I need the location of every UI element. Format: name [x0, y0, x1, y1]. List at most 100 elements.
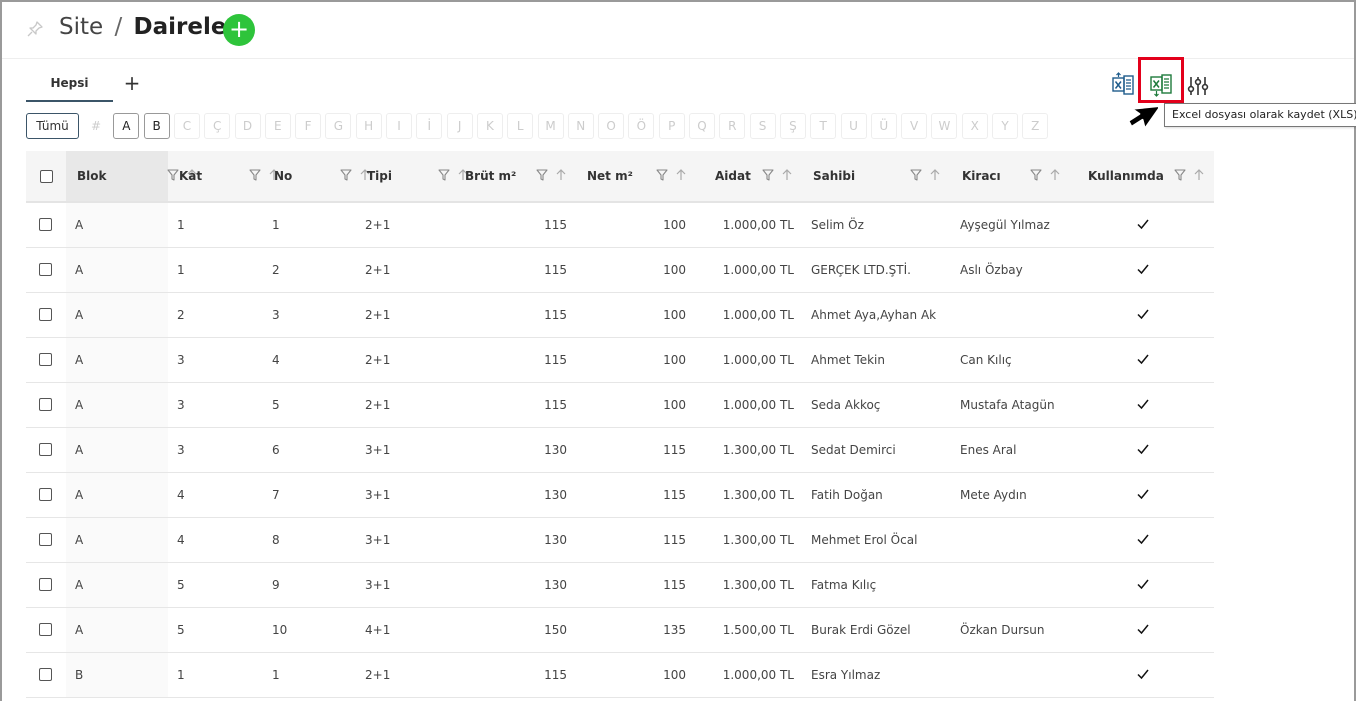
cell-brut: 130	[544, 578, 567, 592]
column-header[interactable]: Net m²	[573, 151, 691, 201]
apartments-table: Blok Kat No Tipi Brüt m² Net m² Aidat Sahibi Kir…	[26, 151, 1214, 698]
cell-brut: 115	[544, 308, 567, 322]
pin-icon[interactable]	[26, 20, 44, 38]
cell-kiraci: Enes Aral	[960, 443, 1017, 457]
letter-filter-item: E	[264, 113, 291, 139]
table-row[interactable]: A 4 8 3+1 130 115 1.300,00 TL Mehmet Erol Öcal	[26, 518, 1214, 563]
filter-icon[interactable]	[655, 168, 669, 182]
cell-kat: 5	[177, 623, 185, 637]
row-checkbox[interactable]	[39, 398, 52, 411]
excel-import-button[interactable]	[1110, 72, 1136, 98]
letter-filter-item[interactable]: B	[143, 113, 170, 139]
letter-filter-item[interactable]: A	[113, 113, 140, 139]
add-tab-button[interactable]: +	[122, 71, 142, 95]
sort-arrow-icon[interactable]	[554, 168, 568, 182]
letter-filter-item: L	[507, 113, 534, 139]
filter-icon[interactable]	[535, 168, 549, 182]
cell-tipi: 2+1	[365, 263, 391, 277]
letter-filter-item: V	[901, 113, 928, 139]
column-header-label: Brüt m²	[465, 169, 517, 183]
add-apartment-button[interactable]: +	[223, 14, 255, 46]
cell-tipi: 2+1	[365, 218, 391, 232]
cell-net: 100	[663, 218, 686, 232]
filter-icon[interactable]	[248, 168, 262, 182]
row-checkbox[interactable]	[39, 218, 52, 231]
cell-aidat: 1.000,00 TL	[722, 353, 794, 367]
mouse-pointer-icon	[1127, 104, 1158, 130]
cell-brut: 115	[544, 218, 567, 232]
column-header[interactable]: Brüt m²	[451, 151, 573, 201]
table-row[interactable]: A 3 5 2+1 115 100 1.000,00 TL Seda Akkoç Mustafa…	[26, 383, 1214, 428]
table-row[interactable]: A 4 7 3+1 130 115 1.300,00 TL Fatih Doğan Mete A…	[26, 473, 1214, 518]
column-header[interactable]: Kat	[168, 151, 279, 201]
letter-filter-item: I	[386, 113, 412, 139]
column-header[interactable]: Aidat	[691, 151, 811, 201]
cell-brut: 115	[544, 398, 567, 412]
column-header[interactable]: Kullanımda	[1088, 151, 1214, 201]
cell-tipi: 2+1	[365, 668, 391, 682]
table-row[interactable]: A 1 2 2+1 115 100 1.000,00 TL GERÇEK LTD.ŞTİ. As…	[26, 248, 1214, 293]
table-row[interactable]: A 5 10 4+1 150 135 1.500,00 TL Burak Erdi Gözel…	[26, 608, 1214, 653]
filter-icon[interactable]	[761, 168, 775, 182]
letter-filter-item: T	[810, 113, 837, 139]
row-checkbox[interactable]	[39, 623, 52, 636]
in-use-check-icon	[1137, 579, 1149, 590]
row-checkbox[interactable]	[39, 308, 52, 321]
cell-blok: A	[75, 443, 84, 457]
row-checkbox[interactable]	[39, 533, 52, 546]
table-row[interactable]: B 1 1 2+1 115 100 1.000,00 TL Esra Yılmaz	[26, 653, 1214, 698]
filter-icon[interactable]	[909, 168, 923, 182]
row-checkbox[interactable]	[39, 443, 52, 456]
filter-icon[interactable]	[1029, 168, 1043, 182]
cell-kat: 1	[177, 218, 185, 232]
cell-no: 1	[272, 218, 280, 232]
cell-net: 135	[663, 623, 686, 637]
cell-sahibi: Mehmet Erol Öcal	[811, 533, 918, 547]
letter-filter-item: Y	[992, 113, 1018, 139]
table-row[interactable]: A 3 4 2+1 115 100 1.000,00 TL Ahmet Tekin Can Kı…	[26, 338, 1214, 383]
tab-hepsi[interactable]: Hepsi	[26, 67, 113, 102]
export-tooltip: Excel dosyası olarak kaydet (XLS)	[1164, 103, 1356, 127]
cell-net: 115	[663, 443, 686, 457]
cell-tipi: 2+1	[365, 308, 391, 322]
cell-no: 3	[272, 308, 280, 322]
letter-filter-item: Ü	[870, 113, 897, 139]
column-header[interactable]: Tipi	[355, 151, 468, 201]
cell-net: 100	[663, 308, 686, 322]
column-header-label: Tipi	[367, 169, 393, 183]
cell-kat: 3	[177, 443, 185, 457]
sort-arrow-icon[interactable]	[674, 168, 688, 182]
sort-arrow-icon[interactable]	[780, 168, 794, 182]
column-settings-button[interactable]	[1186, 74, 1210, 98]
column-header[interactable]: No	[263, 151, 370, 201]
cell-kiraci: Aslı Özbay	[960, 263, 1023, 277]
sort-arrow-icon[interactable]	[928, 168, 942, 182]
breadcrumb-parent[interactable]: Site	[59, 14, 103, 40]
letter-filter-all[interactable]: Tümü	[26, 113, 79, 139]
row-checkbox[interactable]	[39, 263, 52, 276]
row-checkbox[interactable]	[39, 578, 52, 591]
filter-icon[interactable]	[437, 168, 451, 182]
select-all-checkbox[interactable]	[40, 170, 53, 183]
letter-filter-item: Q	[689, 113, 715, 139]
cell-aidat: 1.000,00 TL	[722, 398, 794, 412]
sort-arrow-icon[interactable]	[1192, 168, 1206, 182]
table-row[interactable]: A 5 9 3+1 130 115 1.300,00 TL Fatma Kılıç	[26, 563, 1214, 608]
sort-arrow-icon[interactable]	[1048, 168, 1062, 182]
row-checkbox[interactable]	[39, 488, 52, 501]
row-checkbox[interactable]	[39, 353, 52, 366]
column-header[interactable]: Blok	[66, 151, 197, 201]
cell-net: 115	[663, 578, 686, 592]
filter-icon[interactable]	[339, 168, 353, 182]
table-row[interactable]: A 1 1 2+1 115 100 1.000,00 TL Selim Öz Ayşegül Y…	[26, 203, 1214, 248]
cell-brut: 115	[544, 353, 567, 367]
cell-brut: 115	[544, 263, 567, 277]
row-checkbox[interactable]	[39, 668, 52, 681]
column-header[interactable]: Sahibi	[811, 151, 953, 201]
table-row[interactable]: A 2 3 2+1 115 100 1.000,00 TL Ahmet Aya,Ayhan A…	[26, 293, 1214, 338]
table-row[interactable]: A 3 6 3+1 130 115 1.300,00 TL Sedat Demirci Enes…	[26, 428, 1214, 473]
column-header[interactable]: Kiracı	[953, 151, 1093, 201]
cell-tipi: 3+1	[365, 578, 391, 592]
page-title: Site / Daireler	[59, 14, 238, 40]
filter-icon[interactable]	[1173, 168, 1187, 182]
